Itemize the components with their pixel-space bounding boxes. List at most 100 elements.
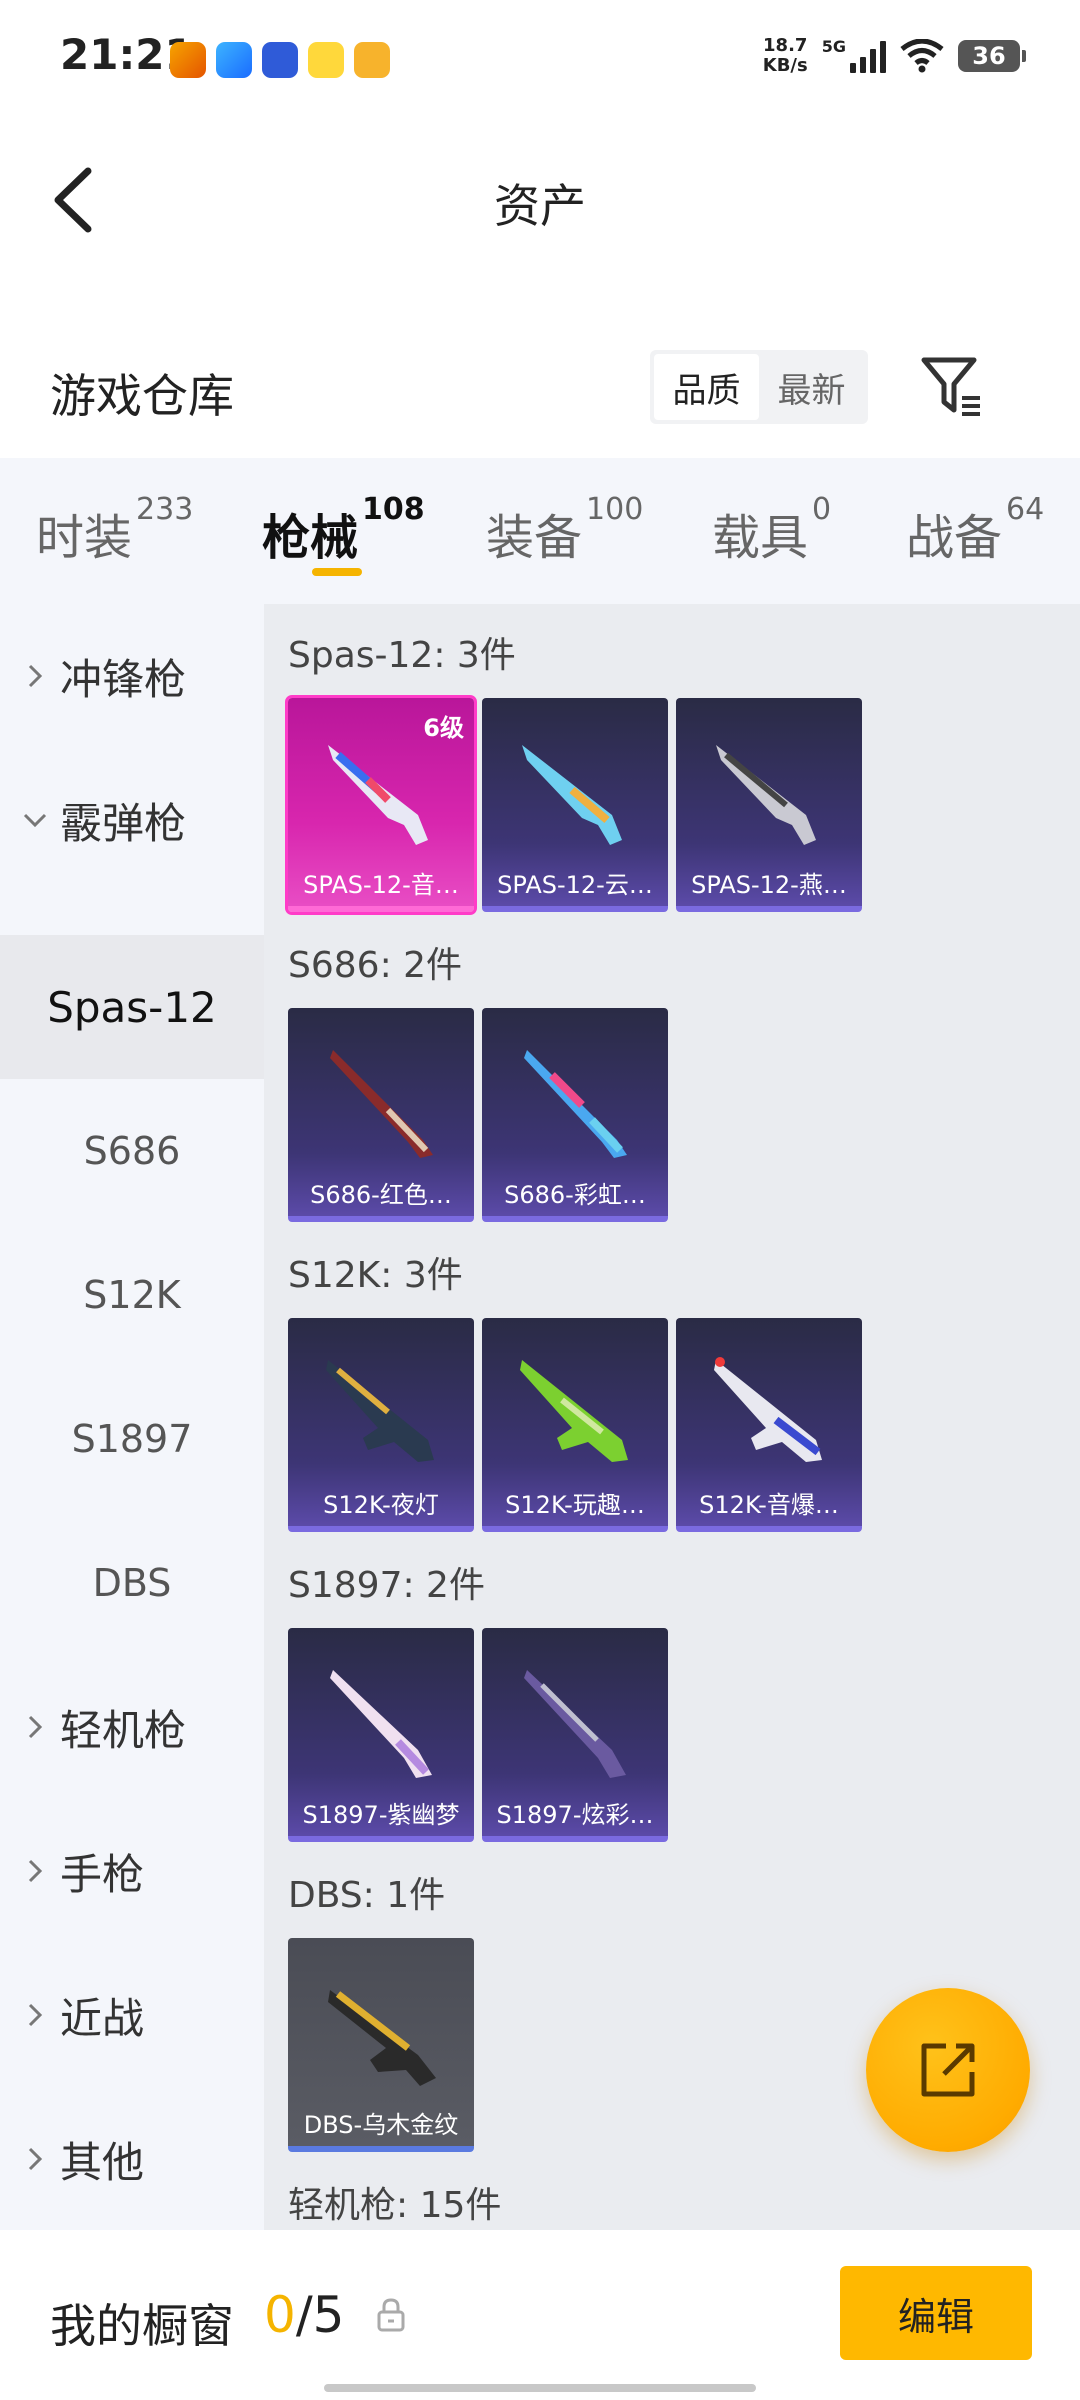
network-type: 5G [821, 36, 846, 56]
tab-count: 0 [812, 492, 832, 527]
app-notification-icon [170, 42, 206, 78]
share-external-icon [921, 2043, 975, 2097]
lock-icon [377, 2298, 405, 2332]
tab-label: 装备 [486, 510, 583, 566]
showcase-current: 0 [264, 2286, 296, 2344]
weapon-name: S686-红色… [310, 1181, 452, 1209]
share-fab[interactable] [866, 1988, 1030, 2152]
chevron-right-icon [28, 664, 43, 688]
status-bar: 21:21 18.7 KB/s 5G 36 [0, 0, 1080, 120]
sidebar-item-other[interactable]: 其他 [0, 2087, 264, 2231]
showcase-label: 我的橱窗 [50, 2299, 234, 2353]
shotgun-skin-icon [520, 1360, 628, 1462]
weapon-name: SPAS-12-燕… [691, 871, 847, 899]
tab-count: 233 [136, 492, 194, 527]
group-label-dbs: DBS: 1件 [288, 1875, 446, 1916]
tab-count: 100 [586, 492, 644, 527]
sort-option-quality[interactable]: 品质 [654, 354, 759, 420]
sidebar-item-label: 其他 [60, 2137, 145, 2187]
shotgun-skin-icon [330, 1670, 432, 1778]
tab-fashion[interactable]: 时装233 [36, 492, 193, 568]
weapon-card[interactable]: SPAS-12-燕… [676, 698, 862, 912]
app-notification-icon [308, 42, 344, 78]
sidebar-item-melee[interactable]: 近战 [0, 1943, 264, 2087]
chevron-right-icon [28, 1715, 43, 1739]
category-tabs: 时装233 枪械108 装备100 载具0 战备64 [0, 458, 1080, 604]
weapon-card[interactable]: S686-红色… [288, 1008, 474, 1222]
tab-vehicles[interactable]: 载具0 [712, 492, 831, 568]
net-speed-unit: KB/s [762, 55, 808, 76]
weapon-card[interactable]: DBS-乌木金纹 [288, 1938, 474, 2152]
sidebar-item-label: 冲锋枪 [60, 654, 187, 704]
home-indicator [324, 2384, 756, 2392]
sidebar-item-label: Spas-12 [47, 982, 217, 1032]
chevron-right-icon [28, 2147, 43, 2171]
tab-label: 枪械 [262, 510, 359, 566]
weapon-card[interactable]: SPAS-12-云… [482, 698, 668, 912]
tab-label: 时装 [36, 510, 133, 566]
weapon-card[interactable]: S12K-玩趣… [482, 1318, 668, 1532]
shotgun-skin-icon [522, 745, 622, 845]
chevron-right-icon [28, 1859, 43, 1883]
group-label-s686: S686: 2件 [288, 945, 463, 986]
group-label-s1897: S1897: 2件 [288, 1565, 485, 1606]
chevron-right-icon [28, 2003, 43, 2027]
filter-icon [921, 357, 980, 416]
notification-icons [170, 42, 390, 78]
sidebar-item-lmg[interactable]: 轻机枪 [0, 1655, 264, 1799]
sidebar-item-label: 霰弹枪 [60, 798, 187, 848]
group-label-lmg: 轻机枪: 15件 [288, 2185, 502, 2226]
shotgun-skin-icon [714, 1357, 822, 1462]
group-label-spas12: Spas-12: 3件 [288, 635, 516, 676]
sidebar-item-s12k[interactable]: S12K [0, 1223, 264, 1367]
vivo-notification-icon [262, 42, 298, 78]
sidebar-item-label: S12K [83, 1273, 181, 1317]
sidebar-item-shotgun[interactable]: 霰弹枪 [0, 748, 264, 892]
app-notification-icon [354, 42, 390, 78]
sort-option-latest[interactable]: 最新 [759, 354, 864, 420]
weapon-name: S1897-炫彩… [496, 1801, 654, 1829]
shotgun-skin-icon [326, 1360, 434, 1462]
tab-equipment[interactable]: 装备100 [486, 492, 643, 568]
weapon-card[interactable]: S12K-音爆… [676, 1318, 862, 1532]
top-app-bar: 资产 [0, 120, 1080, 280]
sidebar-item-label: S1897 [71, 1417, 193, 1461]
showcase-total: 5 [312, 2286, 345, 2344]
weapon-card[interactable]: S12K-夜灯 [288, 1318, 474, 1532]
weapon-card[interactable]: S1897-紫幽梦 [288, 1628, 474, 1842]
wifi-icon [900, 39, 944, 73]
showcase-count: 0/5 [264, 2286, 344, 2344]
tab-supplies[interactable]: 战备64 [906, 492, 1044, 568]
weapon-card[interactable]: S1897-炫彩… [482, 1628, 668, 1842]
sidebar-item-label: 近战 [60, 1993, 145, 2043]
weapon-card[interactable]: 6级 SPAS-12-音… [285, 695, 477, 915]
sidebar-item-smg[interactable]: 冲锋枪 [0, 604, 264, 748]
weapon-name: S686-彩虹… [504, 1181, 646, 1209]
tab-label: 战备 [906, 510, 1003, 566]
sidebar-item-s1897[interactable]: S1897 [0, 1367, 264, 1511]
group-label-s12k: S12K: 3件 [288, 1255, 463, 1296]
edit-button[interactable]: 编辑 [840, 2266, 1032, 2360]
signal-icon [850, 39, 886, 73]
weapon-name: S12K-夜灯 [323, 1491, 439, 1519]
tab-count: 64 [1006, 492, 1045, 527]
chevron-down-icon [23, 813, 47, 828]
tab-count: 108 [362, 492, 425, 527]
sidebar-item-pistol[interactable]: 手枪 [0, 1799, 264, 1943]
showcase-bar: 我的橱窗 0/5 编辑 [0, 2230, 1080, 2400]
filter-button[interactable] [918, 352, 988, 422]
sidebar-item-label: DBS [92, 1561, 172, 1605]
sidebar-item-dbs[interactable]: DBS [0, 1511, 264, 1655]
weapon-category-sidebar: 冲锋枪 霰弹枪 Spas-12 S686 S12K S1897 DBS 轻机枪 … [0, 604, 264, 2230]
weapon-card[interactable]: S686-彩虹… [482, 1008, 668, 1222]
sidebar-item-s686[interactable]: S686 [0, 1079, 264, 1223]
sidebar-item-label: 手枪 [60, 1849, 145, 1899]
page-title: 资产 [494, 179, 586, 233]
net-speed-value: 18.7 [763, 35, 808, 56]
sidebar-item-spas12[interactable]: Spas-12 [0, 935, 264, 1079]
tab-label: 载具 [712, 510, 809, 566]
tab-firearms[interactable]: 枪械108 [262, 492, 425, 568]
sort-toggle: 品质 最新 [650, 350, 868, 424]
level-badge: 6级 [423, 714, 464, 742]
shotgun-skin-icon [328, 1990, 436, 2086]
